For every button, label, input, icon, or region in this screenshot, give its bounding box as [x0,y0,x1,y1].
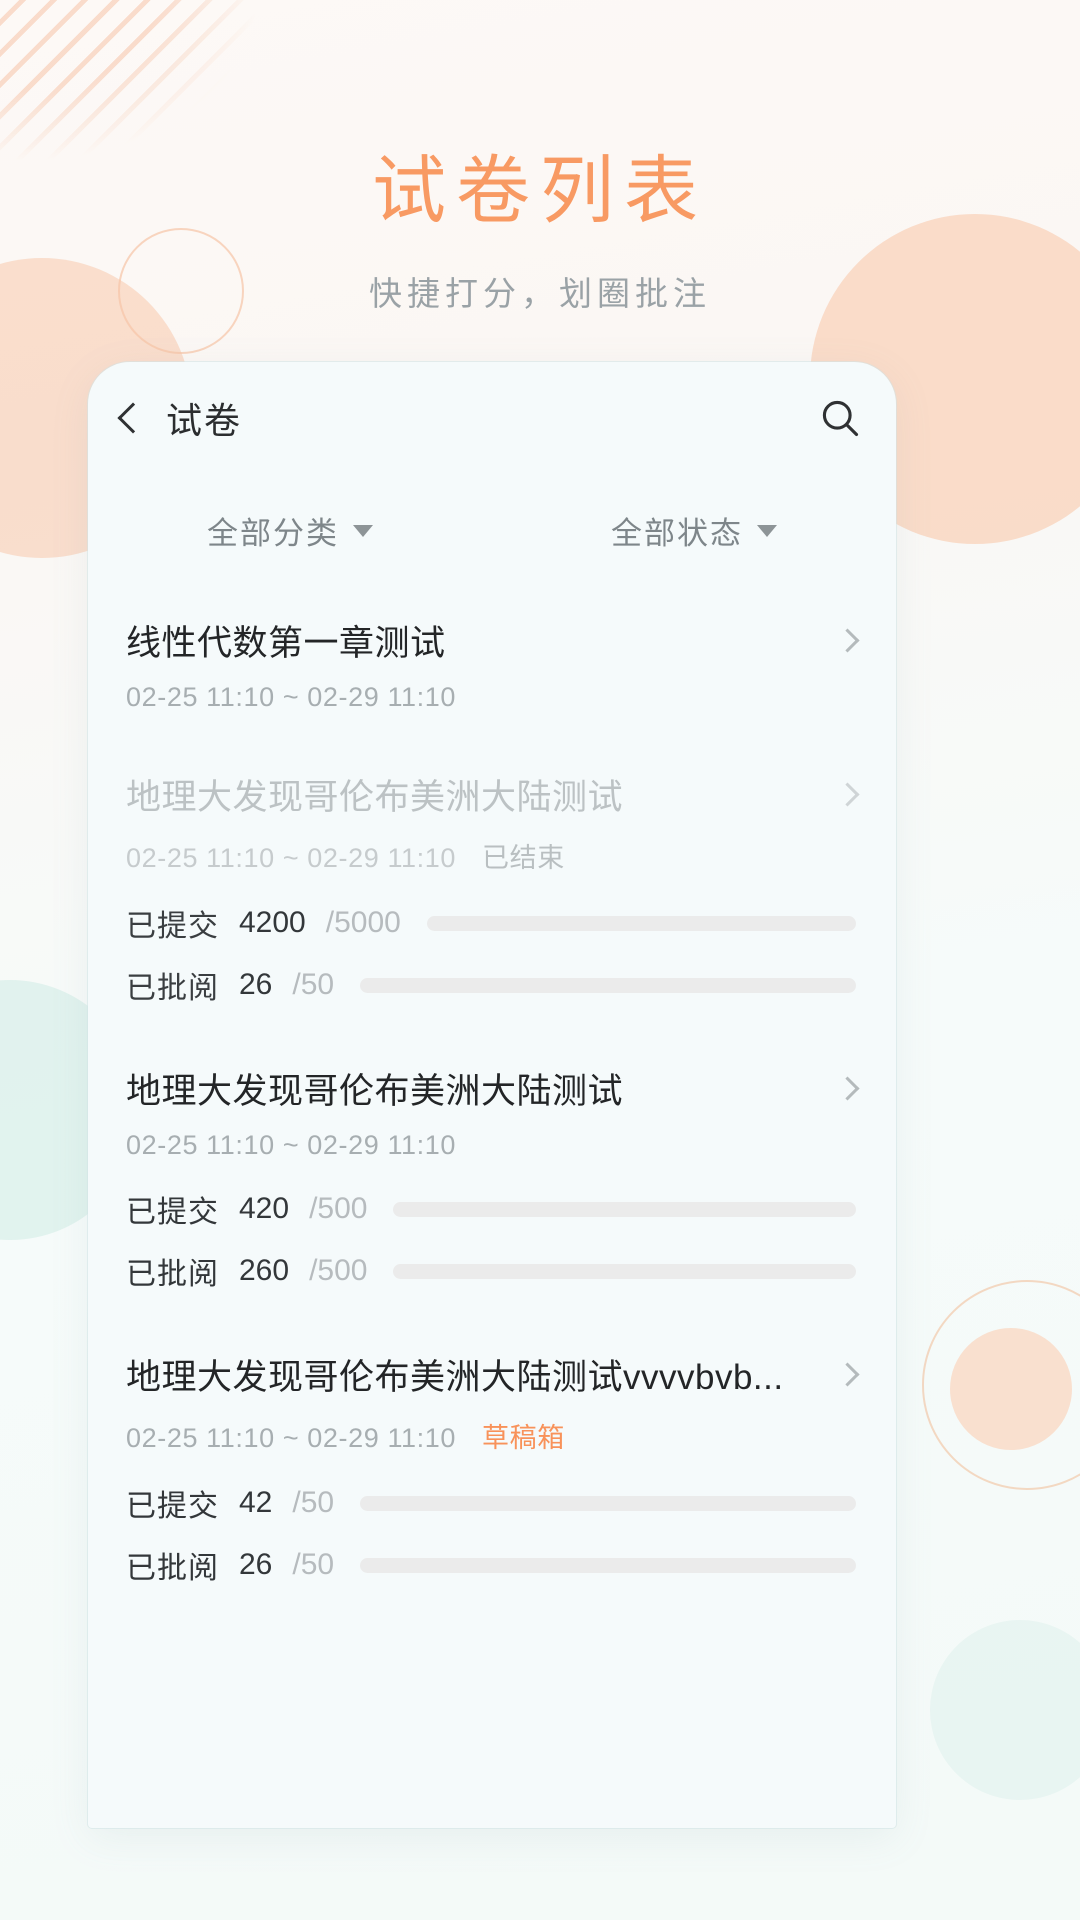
list-item-meta: 02-25 11:10 ~ 02-29 11:10 [126,682,856,713]
stat-reviewed-label: 已批阅 [126,972,219,1005]
stat-submitted: 已提交 4200 /5000 [126,901,856,945]
list-item-title: 线性代数第一章测试 [126,624,446,663]
stat-reviewed-total: /50 [292,1548,335,1581]
filter-category-label: 全部分类 [207,516,339,551]
stat-reviewed: 已批阅 260 /500 [126,1249,856,1293]
progress-track-reviewed [393,1263,856,1279]
nav-title: 试卷 [166,400,243,441]
list-item-title: 地理大发现哥伦布美洲大陆测试vvvvbvb... [126,1358,784,1397]
page-subtitle: 快捷打分，划圈批注 [369,275,711,313]
page-root: 试卷列表 快捷打分，划圈批注 试卷 全部分类 全部状态 线性代数第一章测试 02… [0,0,1080,1920]
list-item-stats: 已提交 42 /50 已批阅 26 /50 [126,1481,856,1587]
chevron-right-icon [835,1076,860,1101]
stat-submitted-total: /5000 [325,906,401,939]
caret-down-icon [757,524,777,537]
progress-track-submitted [360,1495,856,1511]
page-title: 试卷列表 [372,149,708,232]
caret-down-icon [353,524,373,537]
stat-submitted-value: 4200 [239,906,306,939]
stat-reviewed-value: 26 [239,968,273,1001]
stat-reviewed-total: /500 [309,1254,368,1287]
stat-submitted-label: 已提交 [126,1490,219,1523]
progress-track-submitted [426,915,856,931]
list-item-title: 地理大发现哥伦布美洲大陆测试 [126,1072,624,1111]
chevron-right-icon [835,628,860,653]
list-item[interactable]: 地理大发现哥伦布美洲大陆测试vvvvbvb... 02-25 11:10 ~ 0… [88,1323,896,1617]
list-item-meta: 02-25 11:10 ~ 02-29 11:10 [126,1130,856,1161]
list-item-stats: 已提交 4200 /5000 已批阅 26 /50 [126,901,856,1007]
chevron-right-icon [835,1362,860,1387]
progress-track-reviewed [360,977,856,993]
search-icon[interactable] [818,396,862,440]
back-button[interactable]: 试卷 [116,392,242,444]
mint-circle-decoration-right [930,1620,1080,1800]
stat-reviewed-label: 已批阅 [126,1552,219,1585]
list-item-header: 地理大发现哥伦布美洲大陆测试vvvvbvb... [126,1349,860,1400]
list-item[interactable]: 地理大发现哥伦布美洲大陆测试 02-25 11:10 ~ 02-29 11:10… [88,1037,896,1323]
chevron-right-icon [835,782,860,807]
list-item[interactable]: 线性代数第一章测试 02-25 11:10 ~ 02-29 11:10 [88,589,896,743]
stat-submitted-value: 42 [239,1486,273,1519]
list-item-date: 02-25 11:10 ~ 02-29 11:10 [126,682,457,712]
list-item-date: 02-25 11:10 ~ 02-29 11:10 [126,1130,457,1160]
stat-reviewed: 已批阅 26 /50 [126,1543,856,1587]
stat-submitted-label: 已提交 [126,1196,219,1229]
progress-track-submitted [393,1201,856,1217]
list-item-header: 地理大发现哥伦布美洲大陆测试 [126,769,860,820]
peach-circle-decoration-bottom-right [950,1328,1072,1450]
navigation-bar: 试卷 [88,362,896,474]
list-item-meta: 02-25 11:10 ~ 02-29 11:10 已结束 [126,836,856,875]
ring-outline-decoration-bottom-right [922,1280,1080,1490]
filter-status[interactable]: 全部状态 [492,492,896,569]
progress-track-reviewed [360,1557,856,1573]
list-item-header: 地理大发现哥伦布美洲大陆测试 [126,1063,860,1114]
exam-list: 线性代数第一章测试 02-25 11:10 ~ 02-29 11:10 地理大发… [88,575,896,1617]
stat-reviewed-value: 26 [239,1548,273,1581]
list-item-date: 02-25 11:10 ~ 02-29 11:10 [126,1423,457,1453]
stat-submitted-label: 已提交 [126,910,219,943]
stat-reviewed-label: 已批阅 [126,1258,219,1291]
filter-status-label: 全部状态 [611,516,743,551]
stat-submitted: 已提交 42 /50 [126,1481,856,1525]
list-item-header: 线性代数第一章测试 [126,615,860,666]
filter-bar: 全部分类 全部状态 [88,474,896,575]
list-item[interactable]: 地理大发现哥伦布美洲大陆测试 02-25 11:10 ~ 02-29 11:10… [88,743,896,1037]
phone-preview-card: 试卷 全部分类 全部状态 线性代数第一章测试 02-25 11:10 ~ 02-… [88,362,896,1828]
chevron-left-icon [117,402,149,434]
status-badge: 草稿箱 [482,1423,565,1453]
list-item-stats: 已提交 420 /500 已批阅 260 /500 [126,1187,856,1293]
stat-submitted-total: /500 [309,1192,368,1225]
stat-submitted: 已提交 420 /500 [126,1187,856,1231]
stat-submitted-value: 420 [239,1192,290,1225]
list-item-meta: 02-25 11:10 ~ 02-29 11:10 草稿箱 [126,1416,856,1455]
stat-submitted-total: /50 [292,1486,335,1519]
status-badge: 已结束 [482,843,565,873]
stat-reviewed: 已批阅 26 /50 [126,963,856,1007]
list-item-title: 地理大发现哥伦布美洲大陆测试 [126,778,624,817]
stat-reviewed-total: /50 [292,968,335,1001]
stat-reviewed-value: 260 [239,1254,290,1287]
hero-section: 试卷列表 快捷打分，划圈批注 [0,0,1080,315]
list-item-date: 02-25 11:10 ~ 02-29 11:10 [126,843,457,873]
filter-category[interactable]: 全部分类 [88,492,492,569]
